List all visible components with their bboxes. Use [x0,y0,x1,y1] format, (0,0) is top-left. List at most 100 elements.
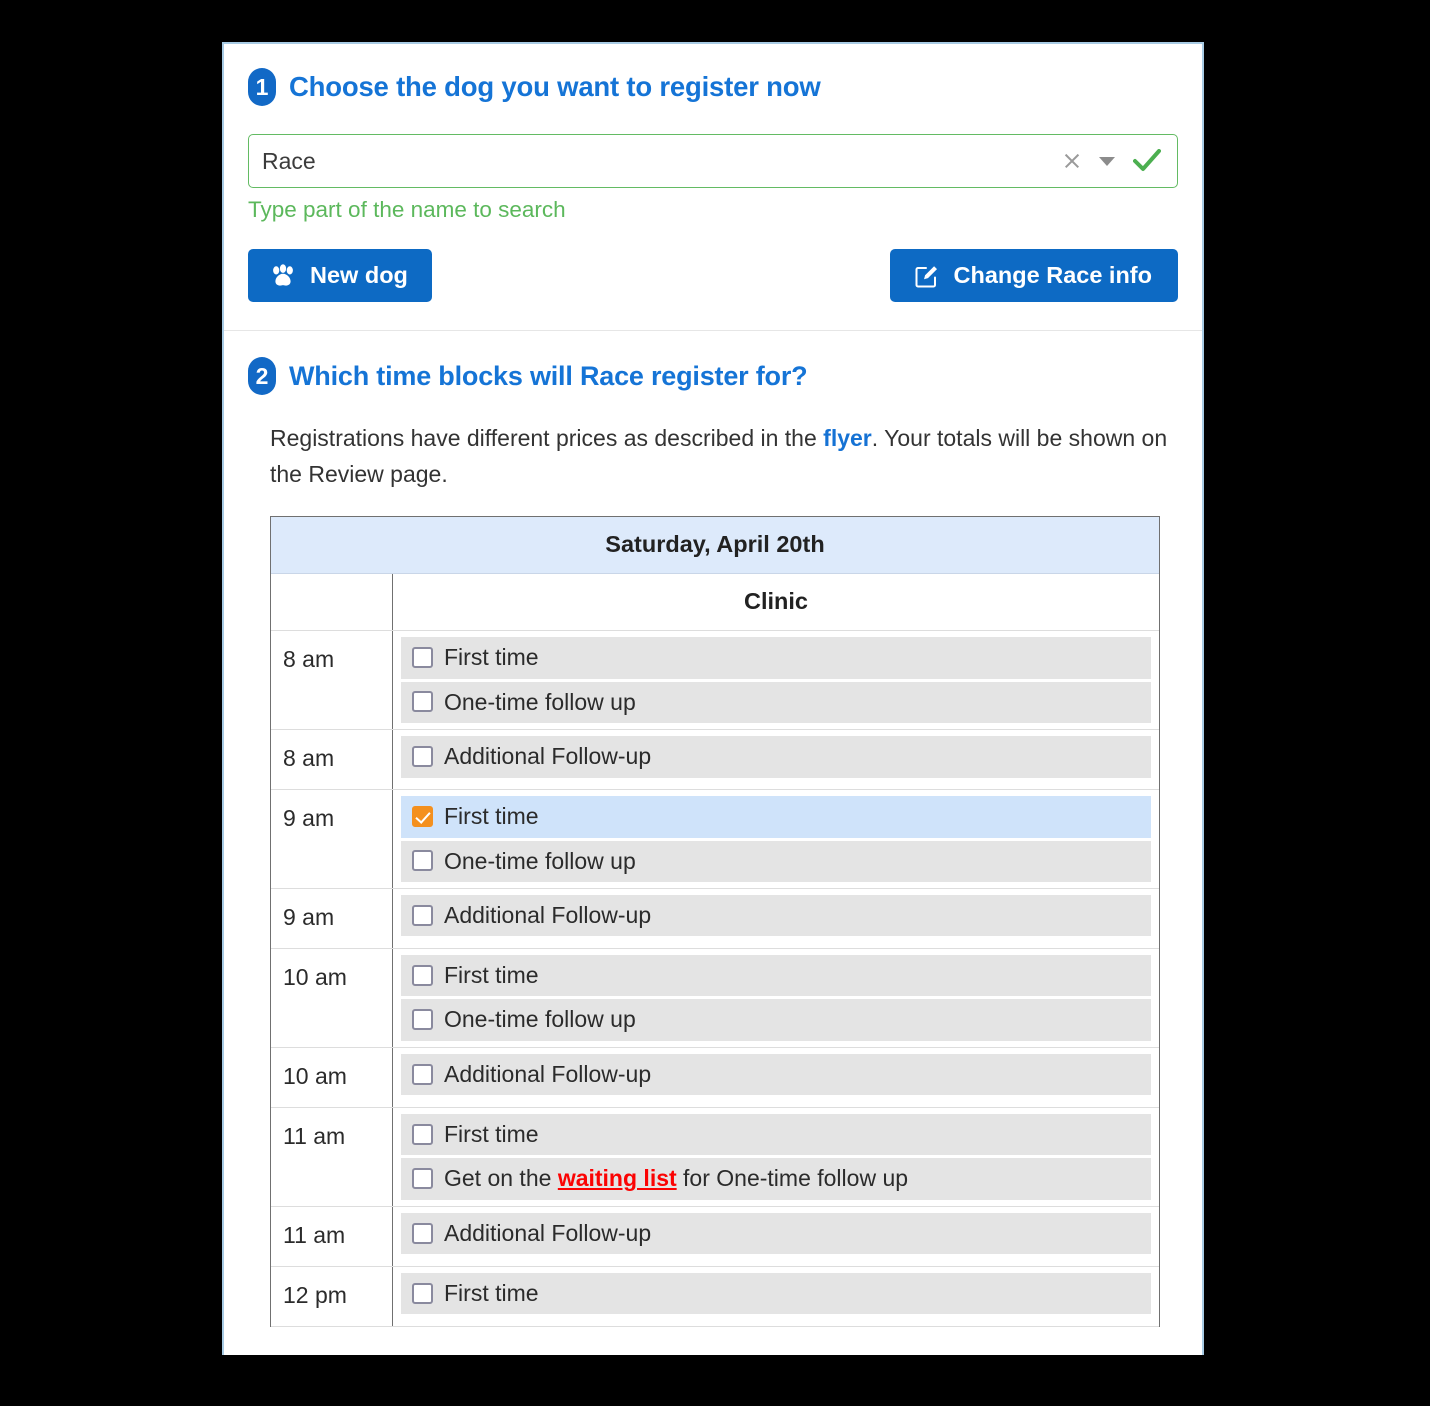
row-options: Additional Follow-up [393,1207,1159,1266]
row-options: First time [393,1267,1159,1326]
row-time-label: 12 pm [271,1266,393,1326]
checkbox-checked-icon[interactable] [412,805,433,827]
check-icon [1133,149,1161,173]
option-label: Additional Follow-up [444,743,652,770]
checkbox-icon[interactable] [412,1123,433,1145]
option-label: One-time follow up [444,688,636,715]
row-options: Additional Follow-up [393,889,1159,948]
registration-option[interactable]: Additional Follow-up [401,736,1151,778]
step-2-heading: 2 Which time blocks will Race register f… [248,357,1178,395]
step-2-title: Which time blocks will Race register for… [289,360,808,391]
option-label: First time [444,962,539,989]
option-label: First time [444,644,539,671]
flyer-link[interactable]: flyer [823,425,872,451]
step-2-badge: 2 [248,357,276,395]
registration-option[interactable]: One-time follow up [401,681,1151,724]
row-options: First time Get on the waiting list for On… [393,1108,1159,1206]
change-race-info-button[interactable]: Change Race info [889,249,1178,302]
screenshot-root: 1 Choose the dog you want to register no… [0,0,1430,1406]
checkbox-icon[interactable] [412,691,433,713]
row-options: First time One-time follow up [393,949,1159,1047]
option-label-after-link: for One-time follow up [676,1165,909,1192]
time-blocks-table: Saturday, April 20th Clinic 8 am First ti… [270,516,1160,1327]
row-time-label: 8 am [271,730,393,790]
registration-card: 1 Choose the dog you want to register no… [222,42,1204,1355]
registration-option[interactable]: First time [401,796,1151,838]
step-1-badge: 1 [248,68,276,106]
step-1-title: Choose the dog you want to register now [289,71,821,102]
chevron-down-icon[interactable] [1099,156,1115,166]
registration-option[interactable]: First time [401,1113,1151,1156]
option-label: First time [444,1279,539,1306]
edit-icon [914,263,940,289]
option-label: Additional Follow-up [444,1060,652,1087]
checkbox-icon[interactable] [412,745,433,767]
registration-option[interactable]: First time [401,955,1151,997]
table-row: 11 am Additional Follow-up [271,1206,1159,1267]
option-label: One-time follow up [444,847,636,874]
registration-option[interactable]: Additional Follow-up [401,1212,1151,1255]
checkbox-icon[interactable] [412,1222,433,1244]
row-time-label: 10 am [271,949,393,1047]
waiting-list-link[interactable]: waiting list [558,1165,677,1191]
row-options: Additional Follow-up [393,730,1159,789]
registration-option[interactable]: One-time follow up [401,999,1151,1041]
dog-search-icons [1063,149,1167,173]
table-body: 8 am First time One-time follow up 8 am Addi… [271,631,1159,1327]
row-time-label: 11 am [271,1206,393,1266]
table-row: 8 am Additional Follow-up [271,730,1159,791]
row-time-label: 9 am [271,889,393,949]
option-label: Get on the waiting list for One-time fol… [444,1165,908,1191]
row-options: Additional Follow-up [393,1048,1159,1107]
option-label: One-time follow up [444,1006,636,1033]
checkbox-icon[interactable] [412,647,433,668]
table-row: 9 am First time One-time follow up [271,790,1159,890]
checkbox-icon[interactable] [412,1168,433,1190]
dog-search-hint: Type part of the name to search [248,197,566,222]
table-row: 9 am Additional Follow-up [271,889,1159,950]
registration-option[interactable]: One-time follow up [401,840,1151,883]
section-choose-dog: 1 Choose the dog you want to register no… [224,44,1202,331]
close-icon[interactable] [1063,152,1081,170]
registration-option[interactable]: Additional Follow-up [401,1053,1151,1096]
paw-icon [270,263,296,288]
new-dog-label: New dog [310,262,408,288]
registration-option[interactable]: First time [401,637,1151,679]
new-dog-button[interactable]: New dog [248,249,432,302]
checkbox-icon[interactable] [412,904,433,926]
row-time-label: 9 am [271,790,393,889]
table-row: 12 pm First time [271,1266,1159,1327]
table-row: 8 am First time One-time follow up [271,631,1159,731]
table-row: 10 am Additional Follow-up [271,1047,1159,1108]
row-time-label: 8 am [271,631,393,730]
dog-action-buttons: New dog Change Race info [248,249,1178,330]
checkbox-icon[interactable] [412,1063,433,1085]
row-options: First time One-time follow up [393,631,1159,729]
description-before-link: Registrations have different prices as d… [270,425,824,451]
change-race-info-label: Change Race info [953,262,1152,288]
step-1-heading: 1 Choose the dog you want to register no… [248,68,1178,106]
checkbox-icon[interactable] [412,1009,433,1031]
checkbox-icon[interactable] [412,1282,433,1304]
checkbox-icon[interactable] [412,964,433,986]
table-day-header: Saturday, April 20th [271,517,1159,575]
option-label-before-link: Get on the [444,1165,558,1192]
section-time-blocks: 2 Which time blocks will Race register f… [224,331,1202,1327]
dog-search-value: Race [262,147,316,174]
option-label: First time [444,803,539,830]
column-header-time [271,574,393,631]
table-row: 11 am First time Get on the waiting list f… [271,1107,1159,1207]
dog-search-input[interactable]: Race [248,134,1178,188]
option-label: Additional Follow-up [444,902,652,929]
registration-option[interactable]: Additional Follow-up [401,895,1151,937]
registration-option[interactable]: First time [401,1272,1151,1315]
option-label: First time [444,1120,539,1147]
registration-option[interactable]: Get on the waiting list for One-time fol… [401,1158,1151,1200]
pricing-description: Registrations have different prices as d… [248,421,1178,492]
row-time-label: 11 am [271,1107,393,1206]
table-row: 10 am First time One-time follow up [271,949,1159,1048]
dog-search-wrap: Race Type part of the name to search [248,134,1178,223]
checkbox-icon[interactable] [412,850,433,872]
column-header-clinic: Clinic [744,588,808,615]
option-label: Additional Follow-up [444,1219,652,1246]
